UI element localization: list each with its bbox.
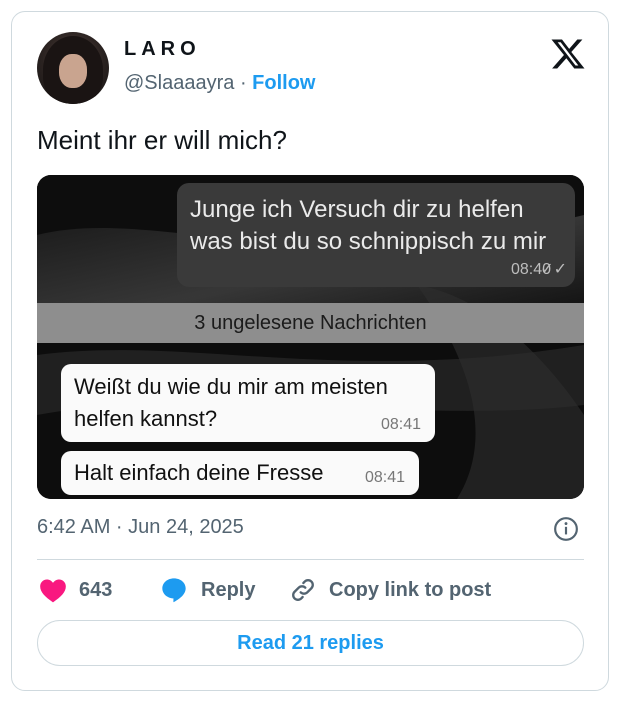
outgoing-message-line-1: Junge ich Versuch dir zu helfen [190,196,524,223]
incoming-message: Halt einfach deine Fresse 08:41 [61,451,419,495]
like-count: 643 [79,578,113,601]
info-icon[interactable] [553,516,579,542]
incoming-message-line-2: helfen kannst? [74,406,218,431]
heart-icon [40,579,66,603]
author-display-name[interactable]: LARO [124,38,201,61]
post-timestamp[interactable]: 6:42 AM · Jun 24, 2025 [37,516,244,539]
avatar-face [59,54,87,88]
post-card: LARO @Slaaaayra · Follow Meint ihr er wi… [11,11,609,691]
copy-link-button[interactable]: Copy link to post [289,574,491,606]
author-handle[interactable]: @Slaaaayra [124,72,234,94]
unread-messages-banner: 3 ungelesene Nachrichten [37,303,584,343]
reply-button[interactable]: Reply [159,574,255,606]
incoming-message-line-1: Halt einfach deine Fresse [74,460,324,485]
read-replies-label: Read 21 replies [237,631,384,654]
x-logo-icon[interactable] [550,36,586,72]
reply-label: Reply [201,578,256,601]
author-handle-row: @Slaaaayra · Follow [124,72,316,95]
incoming-message: Weißt du wie du mir am meisten helfen ka… [61,364,435,442]
incoming-message-time: 08:41 [364,469,405,486]
divider [37,559,584,560]
outgoing-message-line-2: was bist du so schnippisch zu mir [190,228,547,255]
reply-bubble-icon [162,578,186,603]
outgoing-message: Junge ich Versuch dir zu helfen was bist… [177,183,575,287]
follow-button[interactable]: Follow [252,72,315,94]
handle-separator: · [239,72,247,94]
incoming-message-time: 08:41 [380,416,421,433]
like-button[interactable]: 643 [39,574,112,606]
copy-link-label: Copy link to post [329,578,492,601]
read-replies-button[interactable]: Read 21 replies [37,620,584,666]
link-icon [292,579,314,601]
post-text: Meint ihr er will mich? [37,125,287,155]
chat-screenshot[interactable]: Junge ich Versuch dir zu helfen was bist… [37,175,584,499]
avatar[interactable] [37,32,109,104]
read-ticks-icon: ✓✓ [540,261,567,278]
incoming-message-line-1: Weißt du wie du mir am meisten [74,374,388,399]
